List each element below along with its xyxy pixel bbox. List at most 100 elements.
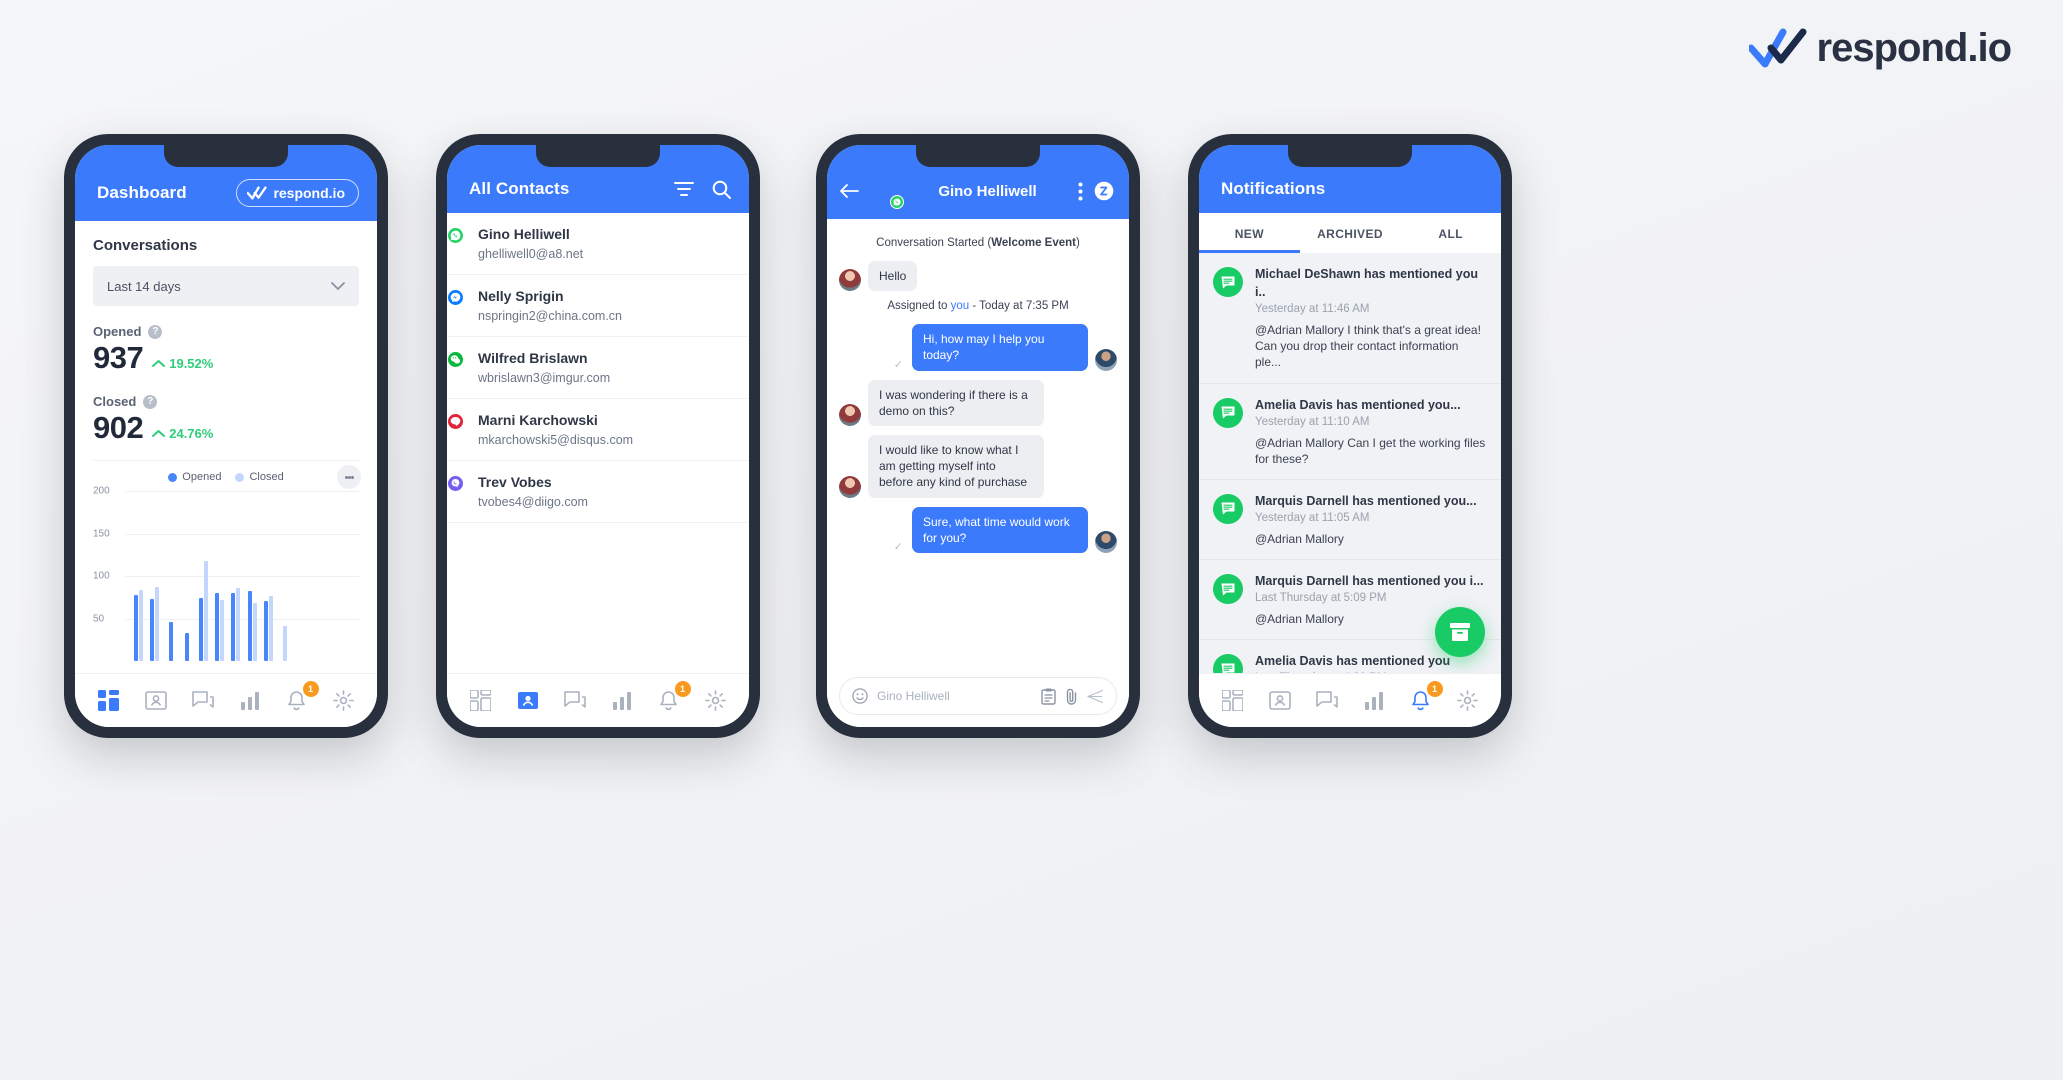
contacts-icon	[517, 692, 538, 709]
notifications-tabs[interactable]: NEW ARCHIVED ALL	[1199, 213, 1501, 253]
messages-icon	[563, 690, 586, 708]
chat-composer: Gino Helliwell	[827, 669, 1129, 727]
bar-group	[212, 491, 227, 661]
phone-notch	[1288, 145, 1412, 167]
sys-event: Welcome Event	[991, 237, 1076, 249]
help-icon[interactable]: ?	[148, 324, 163, 339]
notifications-badge: 1	[674, 680, 691, 697]
chat-message: Hello	[839, 261, 1117, 292]
notification-body: @Adrian Mallory I think that's a great i…	[1255, 323, 1481, 370]
contact-row[interactable]: Marni Karchowski mkarchowski5@disqus.com	[447, 399, 749, 461]
tab-new[interactable]: NEW	[1199, 213, 1300, 253]
notification-row[interactable]: Amelia Davis has mentioned you... Yesterd…	[1199, 383, 1501, 480]
bar-group	[228, 491, 243, 661]
message-input[interactable]: Gino Helliwell	[877, 689, 1032, 703]
conversations-bar-chart[interactable]: 200 150 100 50	[93, 486, 359, 661]
chat-message: I would like to know what I am getting m…	[839, 434, 1117, 498]
nav-dashboard[interactable]	[1218, 686, 1248, 716]
bar-opened	[198, 598, 203, 661]
emoji-smile-icon[interactable]	[852, 688, 868, 704]
chat-message: ✓ Hi, how may I help you today?	[839, 324, 1117, 371]
nav-contacts[interactable]	[141, 686, 171, 716]
paperclip-icon[interactable]	[1065, 688, 1078, 705]
notification-title: Michael DeShawn has mentioned you i..	[1255, 267, 1478, 299]
nav-dashboard[interactable]	[94, 686, 124, 716]
nav-messages[interactable]	[560, 686, 590, 716]
nav-settings[interactable]	[1453, 686, 1483, 716]
contacts-list[interactable]: Gino Helliwell ghelliwell0@a8.net Nelly Sp…	[447, 213, 749, 673]
filter-icon[interactable]	[674, 181, 694, 197]
archive-fab-button[interactable]	[1435, 607, 1485, 657]
notification-title: Marquis Darnell has mentioned you i...	[1255, 574, 1484, 589]
reports-icon	[240, 691, 259, 710]
nav-notifications[interactable]: 1	[1406, 680, 1443, 716]
nav-dashboard[interactable]	[466, 686, 496, 716]
tab-all[interactable]: ALL	[1400, 213, 1501, 253]
contact-name: Marni Karchowski	[478, 412, 598, 428]
legend-label-closed: Closed	[249, 471, 284, 483]
nav-notifications[interactable]: 1	[282, 680, 319, 716]
notification-title: Marquis Darnell has mentioned you...	[1255, 493, 1477, 508]
avatar	[1095, 348, 1117, 371]
nav-reports[interactable]	[235, 686, 265, 716]
nav-settings[interactable]	[329, 686, 359, 716]
opened-value: 937	[93, 340, 144, 375]
chat-message: ✓ Sure, what time would work for you?	[839, 506, 1117, 553]
page-title: Dashboard	[97, 183, 187, 202]
clipboard-icon[interactable]	[1041, 688, 1056, 705]
nav-messages[interactable]	[1312, 686, 1342, 716]
notification-row[interactable]: Michael DeShawn has mentioned you i.. Yes…	[1199, 253, 1501, 384]
respond-io-pill[interactable]: respond.io	[236, 179, 359, 207]
chat-avatar[interactable]	[869, 175, 904, 209]
phone-notifications: Notifications NEW ARCHIVED ALL Michael DeS…	[1188, 134, 1512, 738]
bar-opened	[231, 593, 236, 661]
phone-notch	[164, 145, 288, 167]
viber-badge-icon	[447, 473, 465, 493]
message-bubble-outgoing: Hi, how may I help you today?	[912, 324, 1088, 371]
help-icon[interactable]: ?	[143, 394, 158, 409]
nav-contacts[interactable]	[1265, 686, 1295, 716]
snooze-clock-icon[interactable]	[1093, 180, 1115, 202]
back-arrow-icon[interactable]	[839, 183, 859, 199]
contact-row[interactable]: Wilfred Brislawn wbrislawn3@imgur.com	[447, 337, 749, 399]
chart-options-button[interactable]	[337, 465, 361, 489]
stat-label-closed: Closed ?	[93, 394, 359, 409]
sys-suffix: )	[1076, 237, 1080, 249]
chevron-down-icon	[331, 281, 345, 290]
brand-name: respond.io	[1816, 26, 2012, 70]
phone-notch	[916, 145, 1040, 167]
contact-text: Wilfred Brislawn wbrislawn3@imgur.com	[478, 350, 610, 385]
page-title: Notifications	[1221, 179, 1326, 198]
mention-message-icon	[1213, 493, 1243, 524]
notification-row[interactable]: Marquis Darnell has mentioned you... Yest…	[1199, 479, 1501, 561]
contact-row[interactable]: Nelly Sprigin nspringin2@china.com.cn	[447, 275, 749, 337]
contact-row[interactable]: Gino Helliwell ghelliwell0@a8.net	[447, 213, 749, 275]
nav-reports[interactable]	[607, 686, 637, 716]
tab-archived[interactable]: ARCHIVED	[1300, 213, 1401, 253]
notification-time: Last Thursday at 5:09 PM	[1255, 592, 1387, 605]
avatar	[839, 403, 861, 426]
kebab-menu-icon[interactable]	[1078, 182, 1083, 201]
legend-swatch-closed	[235, 472, 245, 482]
notifications-list[interactable]: Michael DeShawn has mentioned you i.. Yes…	[1199, 253, 1501, 673]
date-range-select[interactable]: Last 14 days	[93, 266, 359, 306]
pill-label: respond.io	[273, 185, 345, 201]
bar-closed	[268, 595, 273, 661]
bar-group	[245, 491, 260, 661]
assigned-suffix: - Today at 7:35 PM	[969, 300, 1069, 313]
contact-row[interactable]: Trev Vobes tvobes4@diigo.com	[447, 461, 749, 523]
search-icon[interactable]	[712, 180, 731, 199]
nav-messages[interactable]	[188, 686, 218, 716]
nav-settings[interactable]	[701, 686, 731, 716]
contact-name: Gino Helliwell	[478, 226, 570, 242]
send-icon[interactable]	[1087, 689, 1104, 704]
nav-contacts[interactable]	[513, 686, 543, 716]
sys-prefix: Conversation Started (	[876, 237, 992, 249]
notifications-icon	[288, 691, 305, 711]
nav-notifications[interactable]: 1	[654, 680, 691, 716]
bar-opened	[169, 621, 174, 661]
bar-closed	[220, 599, 225, 661]
chat-message-list[interactable]: Conversation Started (Welcome Event) Hell…	[827, 219, 1129, 669]
nav-reports[interactable]	[1359, 686, 1389, 716]
message-input-wrap[interactable]: Gino Helliwell	[839, 677, 1117, 715]
